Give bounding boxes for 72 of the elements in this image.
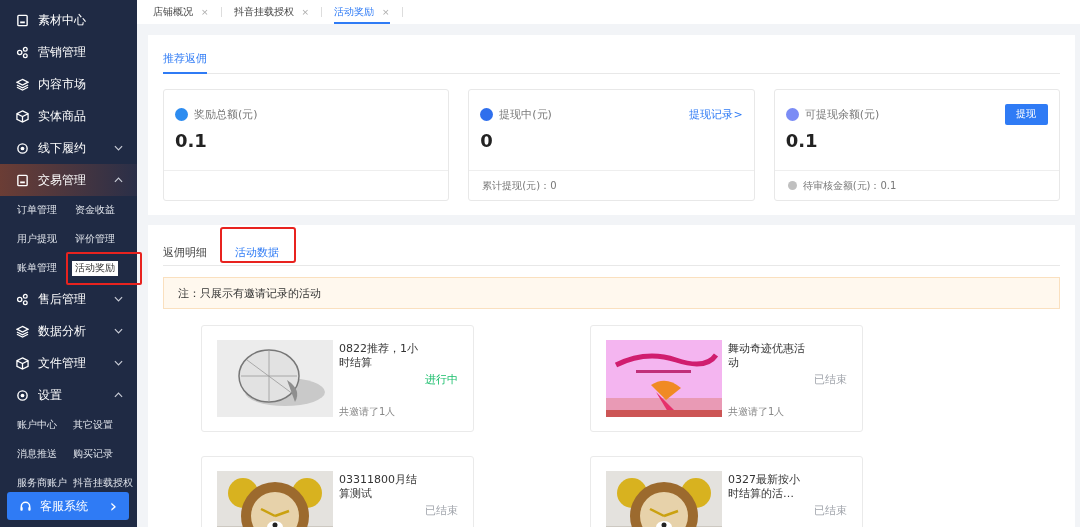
submenu-item[interactable]: 购买记录 <box>70 447 116 462</box>
activity-card[interactable]: 03311800月结算测试 已结束 <box>201 456 474 527</box>
submenu-item[interactable]: 抖音挂载授权 <box>70 476 136 491</box>
submenu-item[interactable]: 消息推送 <box>14 447 60 462</box>
activity-card[interactable]: 0822推荐，1小时结算 进行中 共邀请了1人 <box>201 325 474 432</box>
amount-value: 0 <box>480 130 494 151</box>
menu-icon <box>16 109 29 123</box>
menu-icon <box>16 141 29 155</box>
records-link[interactable]: 提现记录> <box>689 106 743 122</box>
invite-count: 共邀请了1人 <box>728 405 785 419</box>
menu-icon <box>16 173 29 187</box>
footer-text: 累计提现(元)：0 <box>482 178 557 193</box>
status-text: 已结束 <box>814 372 847 387</box>
menu-icon <box>16 324 29 338</box>
chevron-icon <box>114 145 123 151</box>
menu-icon <box>16 13 29 27</box>
chevron-icon <box>114 296 123 302</box>
support-button[interactable]: 客服系统 › <box>7 492 129 520</box>
submenu-item[interactable]: 活动奖励 <box>71 261 118 276</box>
activity-title: 舞动奇迹优惠活动 <box>728 342 806 370</box>
status-text: 已结束 <box>425 503 458 518</box>
card-title: 奖励总额(元) <box>194 106 259 122</box>
card-title: 提现中(元) <box>499 106 553 122</box>
nav-item[interactable]: 设置 <box>0 379 137 411</box>
activity-title: 0327最新按小时结算的活… <box>728 473 801 501</box>
amount-value: 0.1 <box>175 130 208 151</box>
page-tab[interactable]: 活动奖励 × <box>334 0 390 24</box>
nav-item[interactable]: 实体商品 <box>0 100 137 132</box>
submenu-item[interactable]: 服务商账户 <box>14 476 70 491</box>
nav-item[interactable]: 素材中心 <box>0 4 137 36</box>
nav-item[interactable]: 内容市场 <box>0 68 137 100</box>
amount-value: 0.1 <box>785 130 819 151</box>
notice-banner: 注：只展示有邀请记录的活动 <box>163 277 1060 309</box>
chevron-icon <box>114 360 123 366</box>
submenu-item[interactable]: 账户中心 <box>14 418 60 433</box>
chevron-icon <box>114 177 123 183</box>
headset-icon <box>19 499 32 513</box>
nav-item[interactable]: 文件管理 <box>0 347 137 379</box>
nav-item[interactable]: 交易管理 <box>0 164 137 196</box>
submenu-item[interactable]: 账单管理 <box>14 261 60 276</box>
activity-title: 0822推荐，1小时结算 <box>339 342 419 370</box>
submenu-item[interactable]: 资金收益 <box>71 203 118 218</box>
withdraw-button[interactable]: 提现 <box>1005 103 1048 125</box>
chevron-icon <box>114 328 123 334</box>
activity-title: 03311800月结算测试 <box>339 473 418 501</box>
section-tab[interactable]: 返佣明细 <box>163 245 207 259</box>
footer-text: 待审核金额(元)：0.1 <box>802 178 897 193</box>
section-tab[interactable]: 活动数据 <box>235 245 279 259</box>
submenu-item[interactable]: 用户提现 <box>14 232 60 247</box>
invite-count: 共邀请了1人 <box>339 405 396 419</box>
submenu-item[interactable]: 其它设置 <box>70 418 116 433</box>
info-icon <box>787 181 797 190</box>
submenu-item[interactable]: 订单管理 <box>14 203 60 218</box>
nav-item[interactable]: 营销管理 <box>0 36 137 68</box>
activity-card[interactable]: 舞动奇迹优惠活动 已结束 共邀请了1人 <box>590 325 863 432</box>
status-text: 进行中 <box>425 372 458 387</box>
page-tab[interactable]: 店铺概况 × <box>153 0 209 24</box>
menu-icon <box>16 356 29 370</box>
nav-item[interactable]: 线下履约 <box>0 132 137 164</box>
page-tab[interactable]: 抖音挂载授权 × <box>233 0 310 24</box>
chevron-icon <box>114 392 123 398</box>
nav-item[interactable]: 售后管理 <box>0 283 137 315</box>
activity-card[interactable]: 0327最新按小时结算的活… 已结束 <box>590 456 863 527</box>
nav-item[interactable]: 数据分析 <box>0 315 137 347</box>
menu-icon <box>16 45 29 59</box>
submenu-item[interactable]: 评价管理 <box>71 232 118 247</box>
menu-icon <box>16 77 29 91</box>
menu-icon <box>16 292 29 306</box>
section-tab[interactable]: 推荐返佣 <box>163 48 207 74</box>
status-text: 已结束 <box>814 503 847 518</box>
card-title: 可提现余额(元) <box>804 106 881 122</box>
menu-icon <box>16 388 29 402</box>
